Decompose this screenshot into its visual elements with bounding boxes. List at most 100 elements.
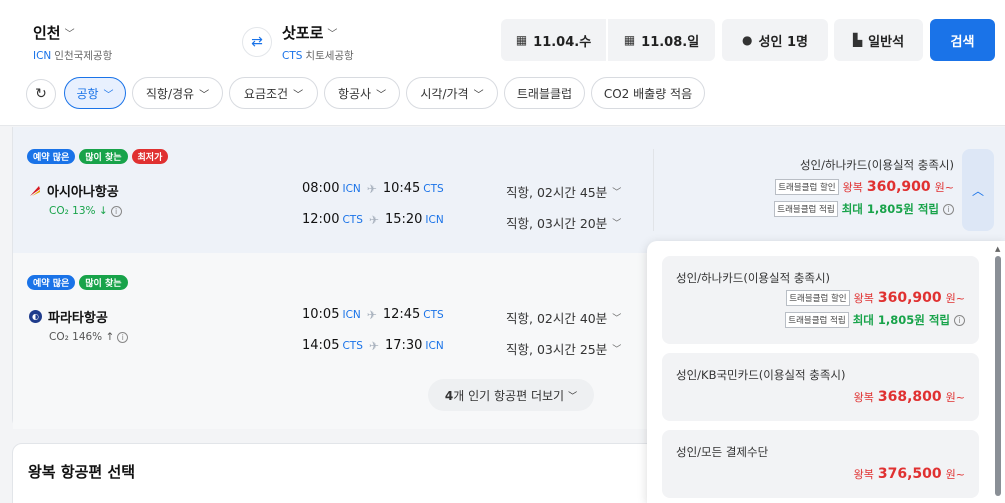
badge-list: 예약 많은 많이 찾는 최저가 [27, 149, 169, 164]
discount-tag: 트래블클럽 할인 [775, 179, 839, 195]
destination-city: 삿포로 [282, 24, 324, 42]
arr-airport: CTS [423, 182, 444, 195]
chevron-down-icon: ﹀ [103, 89, 114, 101]
calendar-icon: ▦ [515, 33, 528, 47]
filter-time-price[interactable]: 시각/가격 ﹀ [406, 77, 498, 109]
price-value: 368,800 [877, 389, 942, 405]
status-badge: 많이 찾는 [79, 275, 128, 290]
dep-airport: CTS [342, 339, 363, 352]
origin-airport: 인천국제공항 [54, 50, 113, 62]
filter-co2[interactable]: CO2 배출량 적음 [591, 77, 705, 109]
dep-time: 10:05 [302, 307, 340, 322]
filter-travel-club[interactable]: 트래블클럽 [504, 77, 585, 109]
more-label: 개 인기 항공편 더보기 [453, 388, 565, 403]
collapse-button[interactable]: ︿ [962, 149, 994, 231]
passengers-button[interactable]: ● 성인 1명 [722, 19, 828, 61]
price-option[interactable]: 성인/하나카드(이용실적 충족시) 트래블클럽 할인 왕복 360,900 원~ … [662, 256, 979, 344]
return-duration[interactable]: 직항, 03시간 20분 ﹀ [506, 213, 621, 232]
chevron-down-icon: ﹀ [612, 314, 622, 324]
filter-label: 공항 [76, 86, 99, 101]
origin-code: ICN [33, 50, 52, 62]
filter-label: 항공사 [337, 86, 372, 101]
passengers-label: 성인 1명 [758, 34, 808, 50]
cabin-button[interactable]: ▙ 일반석 [834, 19, 923, 61]
info-icon[interactable]: i [954, 314, 965, 326]
filter-label: 직항/경유 [145, 86, 195, 101]
info-icon[interactable]: i [943, 203, 954, 215]
destination-airport: 치토세공항 [305, 50, 354, 62]
filter-label: 트래블클럽 [516, 86, 573, 101]
status-badge: 예약 많은 [27, 275, 76, 290]
return-date-button[interactable]: ▦ 11.08.일 [608, 19, 715, 61]
airline-label: 파라타항공 [48, 311, 108, 326]
chevron-down-icon: ﹀ [612, 345, 622, 355]
filter-airline[interactable]: 항공사 ﹀ [324, 77, 400, 109]
section-title: 왕복 항공편 선택 [28, 463, 136, 481]
filter-airport[interactable]: 공항 ﹀ [64, 77, 126, 109]
status-badge: 많이 찾는 [79, 149, 128, 164]
dep-time: 14:05 [302, 338, 340, 353]
return-segment: 12:00 CTS ✈ 15:20 ICN [302, 212, 444, 227]
duration-label: 직항, 02시간 45분 [506, 185, 608, 200]
destination-selector[interactable]: 삿포로 ﹀ CTS 치토세공항 [282, 22, 354, 63]
price-unit: 원~ [945, 292, 965, 305]
price-summary[interactable]: 성인/하나카드(이용실적 충족시) 트래블클럽 할인 왕복 360,900 원~ … [774, 157, 954, 217]
arr-time: 10:45 [382, 181, 421, 196]
refresh-icon[interactable]: ↻ [26, 79, 56, 109]
scroll-up-icon[interactable]: ▲ [995, 245, 1000, 253]
filter-direct[interactable]: 직항/경유 ﹀ [132, 77, 223, 109]
parata-logo-icon: ◐ [29, 310, 42, 323]
outbound-duration[interactable]: 직항, 02시간 45분 ﹀ [506, 182, 621, 201]
airline-name: ◐ 파라타항공 [29, 307, 108, 326]
dep-time: 08:00 [302, 181, 340, 196]
cabin-label: 일반석 [868, 34, 905, 50]
outbound-duration[interactable]: 직항, 02시간 40분 ﹀ [506, 308, 621, 327]
price-value: 360,900 [877, 290, 942, 306]
reward-tag: 트래블클럽 적립 [785, 312, 849, 328]
swap-icon[interactable]: ⇄ [242, 27, 272, 57]
return-duration[interactable]: 직항, 03시간 25분 ﹀ [506, 339, 621, 358]
price-option[interactable]: 성인/모든 결제수단 왕복 376,500 원~ [662, 430, 979, 498]
show-more-button[interactable]: 4개 인기 항공편 더보기 ﹀ [428, 379, 594, 411]
chevron-up-icon: ︿ [971, 183, 984, 198]
dep-time: 12:00 [302, 212, 340, 227]
price-options-dropdown: 성인/하나카드(이용실적 충족시) 트래블클럽 할인 왕복 360,900 원~ … [647, 241, 1005, 503]
duration-label: 직항, 02시간 40분 [506, 311, 608, 326]
chevron-down-icon: ﹀ [473, 89, 484, 101]
price-value: 360,900 [866, 179, 931, 195]
chevron-down-icon: ﹀ [327, 29, 338, 40]
return-segment: 14:05 CTS ✈ 17:30 ICN [302, 338, 444, 353]
info-icon[interactable]: i [110, 205, 122, 217]
duration-label: 직항, 03시간 25분 [506, 342, 608, 357]
destination-code: CTS [282, 50, 303, 62]
depart-date-button[interactable]: ▦ 11.04.수 [501, 19, 606, 61]
dropdown-scrollbar[interactable] [995, 256, 1001, 496]
price-unit: 원~ [945, 468, 965, 481]
filter-fare[interactable]: 요금조건 ﹀ [229, 77, 318, 109]
origin-selector[interactable]: 인천 ﹀ ICN 인천국제공항 [33, 22, 112, 63]
price-option[interactable]: 성인/KB국민카드(이용실적 충족시) 왕복 368,800 원~ [662, 353, 979, 421]
info-icon[interactable]: i [117, 331, 129, 343]
arr-time: 12:45 [382, 307, 421, 322]
price-type: 왕복 [853, 468, 874, 481]
price-type: 왕복 [853, 292, 874, 305]
more-count: 4 [444, 388, 454, 403]
dep-airport: ICN [342, 182, 361, 195]
search-button[interactable]: 검색 [930, 19, 995, 61]
price-type: 왕복 [842, 181, 863, 194]
dep-airport: ICN [342, 308, 361, 321]
arr-time: 17:30 [384, 338, 423, 353]
price-unit: 원~ [934, 181, 954, 194]
price-type: 왕복 [853, 391, 874, 404]
reward-tag: 트래블클럽 적립 [774, 201, 838, 217]
option-title: 성인/하나카드(이용실적 충족시) [676, 271, 831, 285]
reward-label: 최대 1,805원 적립 [852, 313, 950, 327]
co2-indicator: CO₂ 13% ↓ i [49, 205, 122, 217]
price-value: 376,500 [877, 466, 942, 482]
plane-icon: ✈ [366, 181, 377, 196]
return-date: 11.08.일 [641, 34, 700, 50]
flight-card[interactable]: 예약 많은 많이 찾는 최저가 아시아나항공 CO₂ 13% ↓ i 08:00 I… [13, 127, 1005, 253]
chevron-down-icon: ﹀ [568, 391, 578, 402]
discount-tag: 트래블클럽 할인 [786, 290, 850, 306]
plane-icon: ✈ [368, 338, 379, 353]
